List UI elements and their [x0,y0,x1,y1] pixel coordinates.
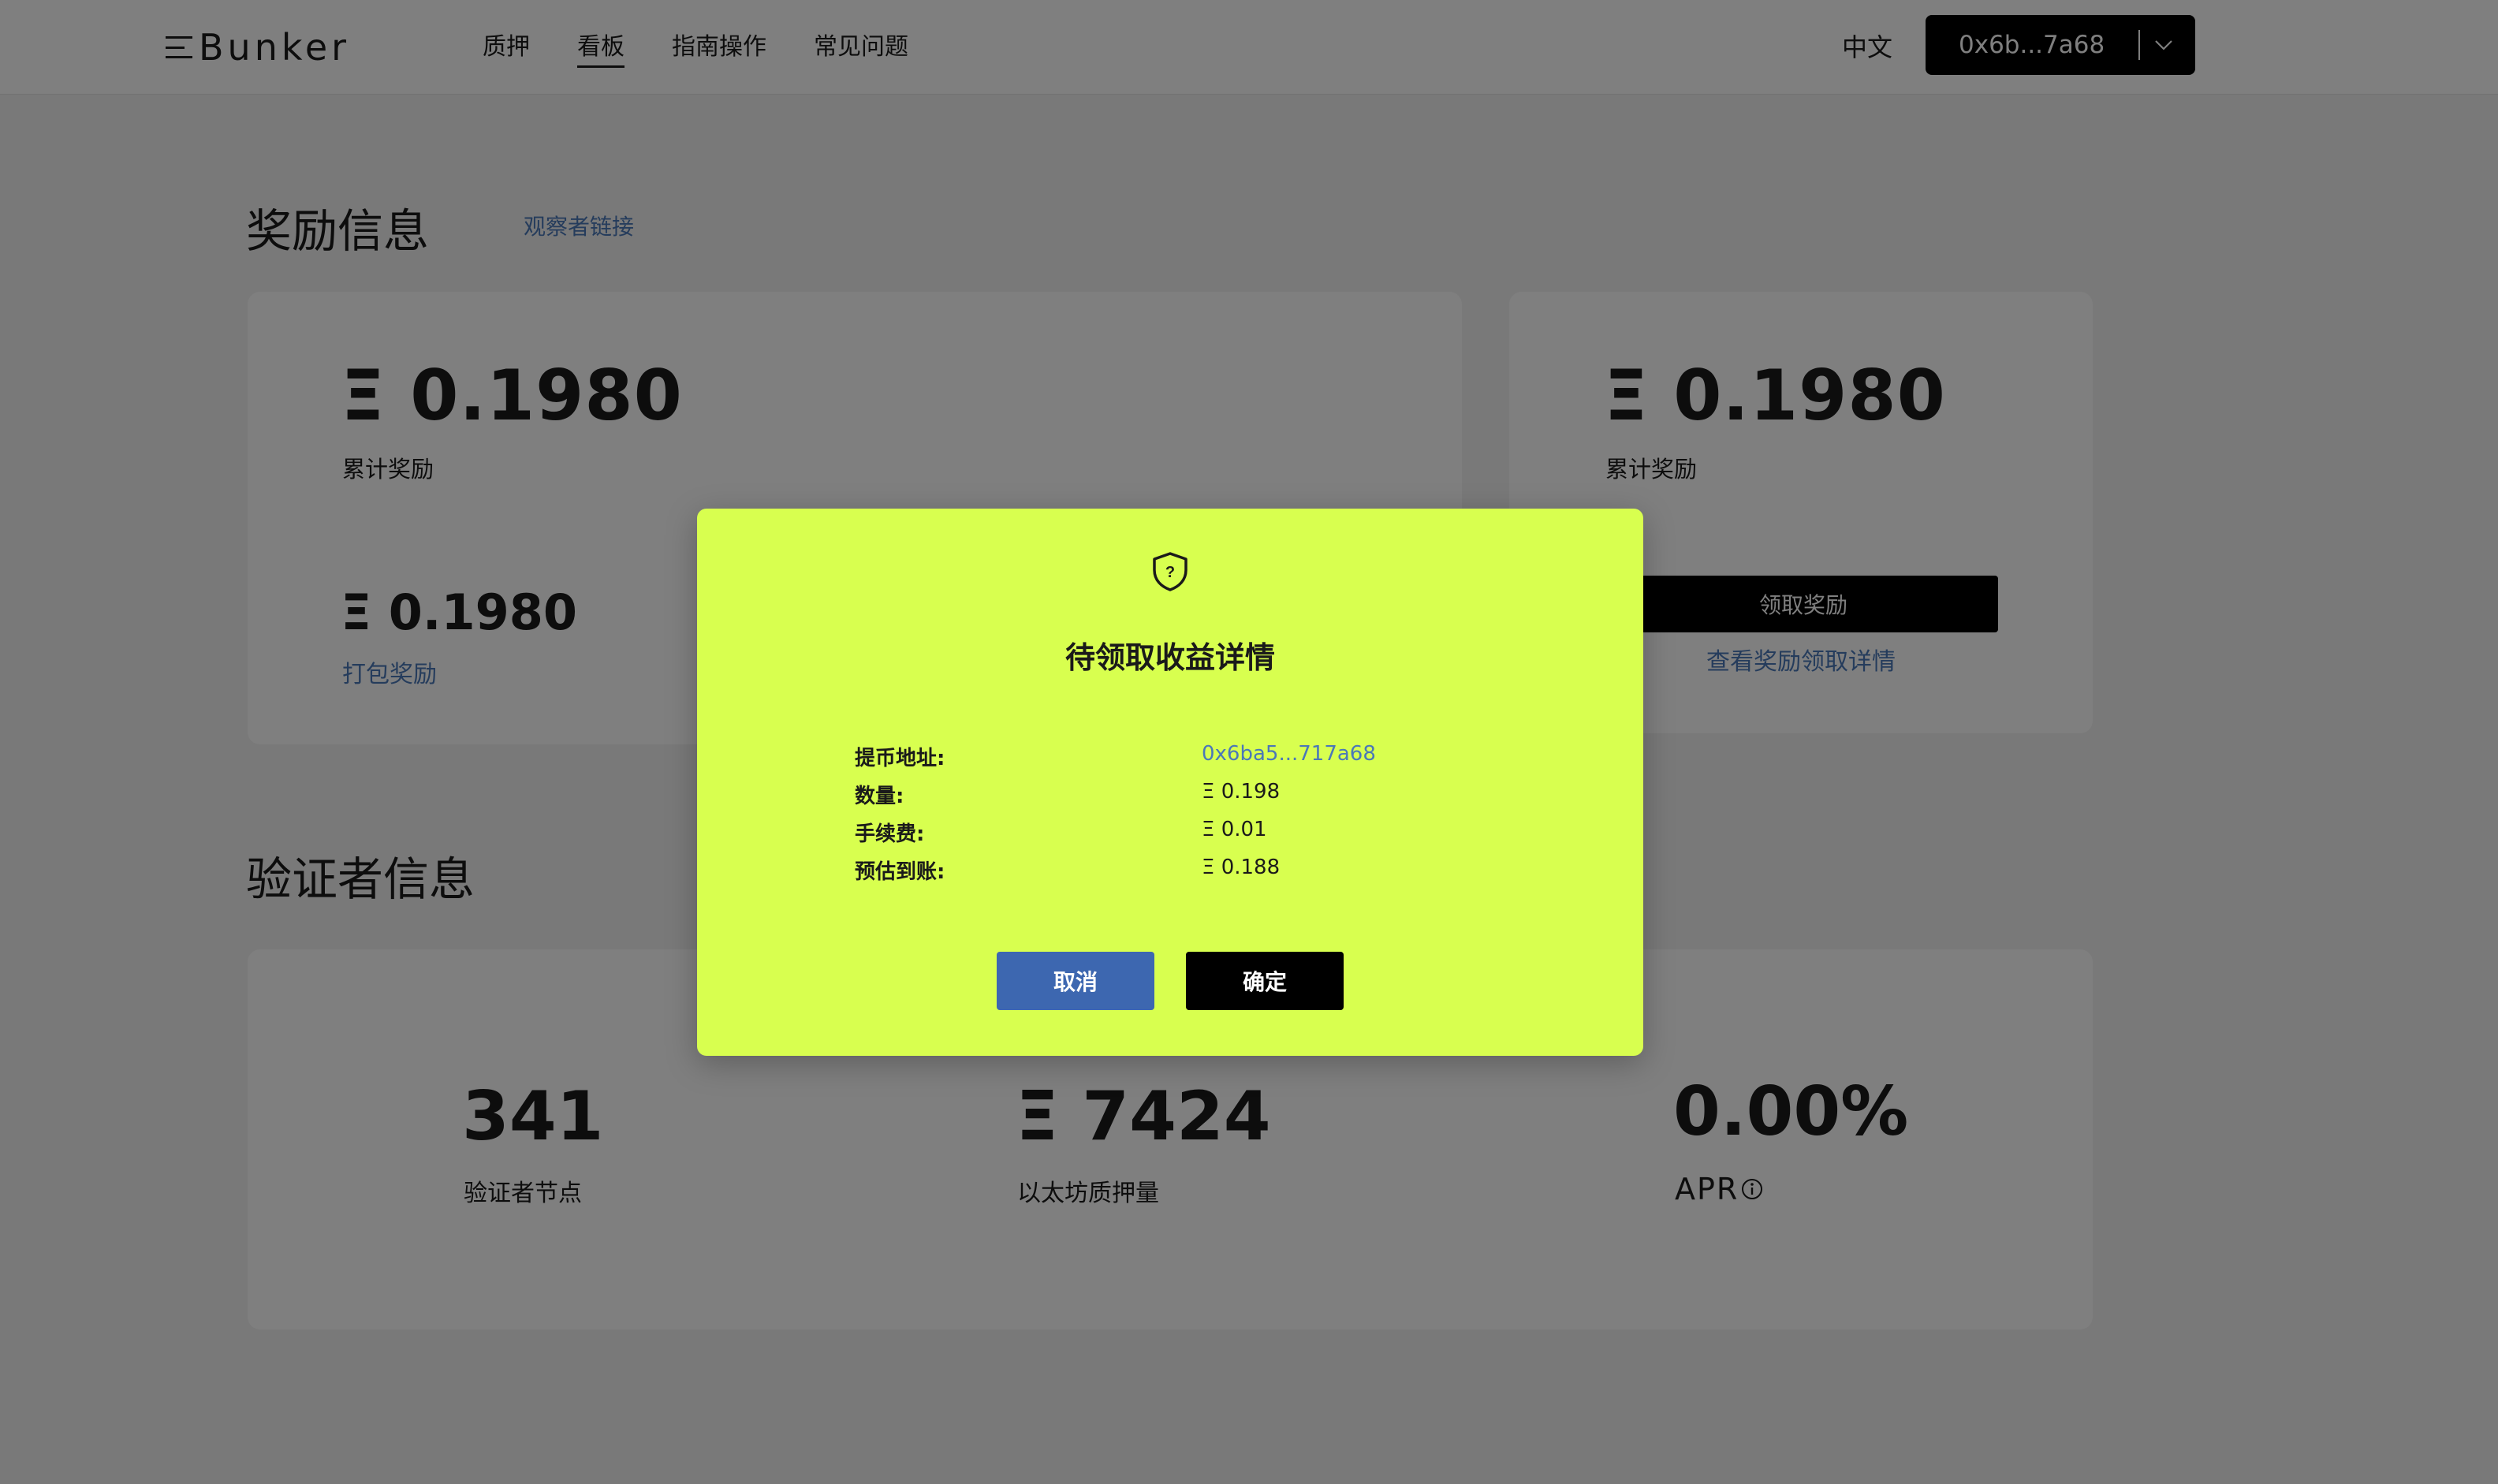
withdraw-address-label: 提币地址: [855,747,945,770]
fee-label: 手续费: [855,822,925,846]
cancel-button[interactable]: 取消 [997,952,1154,1010]
shield-question-icon: ? [1153,552,1187,591]
confirm-button[interactable]: 确定 [1186,952,1344,1010]
svg-text:?: ? [1165,564,1175,581]
fee-value: Ξ 0.01 [1202,818,1267,841]
amount-value: Ξ 0.198 [1202,780,1281,804]
modal-title: 待领取收益详情 [1064,640,1275,675]
pending-rewards-modal: ? 待领取收益详情 提币地址: 0x6ba5...717a68 数量: Ξ 0.… [697,509,1643,1056]
withdraw-address-value[interactable]: 0x6ba5...717a68 [1202,742,1376,766]
estimated-receive-value: Ξ 0.188 [1202,856,1281,879]
estimated-receive-label: 预估到账: [855,860,945,884]
amount-label: 数量: [855,785,904,808]
